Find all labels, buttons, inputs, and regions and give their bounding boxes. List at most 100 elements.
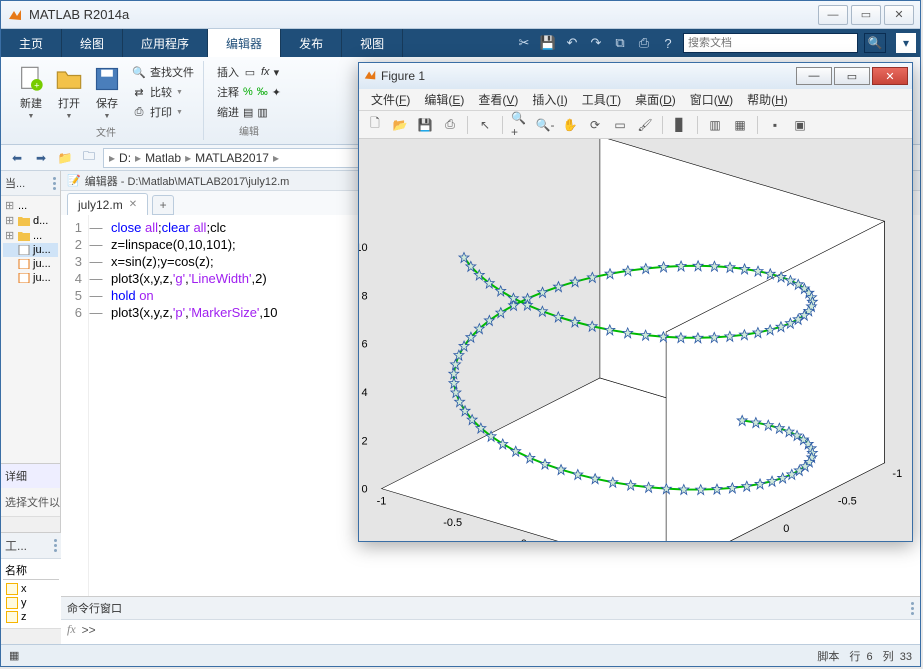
fig-dock-icon[interactable]: ▣: [790, 115, 810, 135]
search-docs-field[interactable]: [683, 33, 858, 53]
quick-cut-icon[interactable]: ✂: [515, 34, 533, 52]
line-gutter: 123456: [61, 215, 89, 596]
command-prompt[interactable]: >>: [82, 623, 96, 637]
figure-menu-桌面[interactable]: 桌面(D): [629, 89, 682, 110]
quick-redo-icon[interactable]: ↷: [587, 34, 605, 52]
fig-zoomout-icon[interactable]: 🔍-: [535, 115, 555, 135]
nav-history-button[interactable]: 🗀: [79, 149, 99, 167]
search-docs-button[interactable]: 🔍: [864, 33, 886, 53]
quick-save-icon[interactable]: 💾: [539, 34, 557, 52]
tab-add-button[interactable]: +: [152, 195, 174, 215]
select-file-hint: 选择文件以: [1, 488, 60, 516]
fx-icon[interactable]: fx: [67, 622, 76, 637]
folder-item[interactable]: ⊞...: [3, 198, 58, 213]
breakpoint-column[interactable]: ——————: [89, 215, 103, 596]
comment-button[interactable]: 注释 % ‰ ✦: [214, 83, 284, 101]
figure-menu-文件[interactable]: 文件(F): [365, 89, 416, 110]
nav-up-button[interactable]: 📁: [55, 149, 75, 167]
svg-text:-1: -1: [892, 468, 902, 480]
figure-menu-帮助[interactable]: 帮助(H): [741, 89, 794, 110]
figure-minimize-button[interactable]: —: [796, 67, 832, 85]
file-item[interactable]: ju...: [3, 257, 58, 271]
indent-button[interactable]: 缩进 ▤ ▥: [214, 103, 284, 121]
figure-menu-插入[interactable]: 插入(I): [526, 89, 573, 110]
quick-copy-icon[interactable]: ⧉: [611, 34, 629, 52]
fig-legend-icon[interactable]: ▥: [705, 115, 725, 135]
tab-view[interactable]: 视图: [342, 29, 403, 57]
fig-pan-icon[interactable]: ✋: [560, 115, 580, 135]
tab-apps[interactable]: 应用程序: [123, 29, 208, 57]
workspace-col-name[interactable]: 名称: [3, 561, 59, 580]
new-button[interactable]: + 新建▼: [15, 63, 47, 122]
fig-axes-icon[interactable]: ▦: [730, 115, 750, 135]
quick-help-icon[interactable]: ?: [659, 34, 677, 52]
fig-zoomin-icon[interactable]: 🔍+: [510, 115, 530, 135]
window-maximize-button[interactable]: ▭: [851, 5, 881, 25]
pane-menu-icon[interactable]: [911, 602, 914, 615]
tab-editor[interactable]: 编辑器: [208, 29, 281, 57]
fig-pointer-icon[interactable]: ↖: [475, 115, 495, 135]
save-button[interactable]: 保存▼: [91, 63, 123, 122]
fig-open-icon[interactable]: 📂: [390, 115, 410, 135]
workspace-var[interactable]: y: [5, 596, 57, 610]
figure-titlebar[interactable]: Figure 1 — ▭ ✕: [359, 63, 912, 89]
currentfolder-list[interactable]: ⊞... ⊞d... ⊞... ju... ju... ju...: [1, 196, 60, 463]
figure-menu-窗口[interactable]: 窗口(W): [684, 89, 739, 110]
figure-menu-查看[interactable]: 查看(V): [472, 89, 524, 110]
workspace-var[interactable]: z: [5, 610, 57, 624]
file-item[interactable]: ju...: [3, 243, 58, 257]
fig-print-icon[interactable]: ⎙: [440, 115, 460, 135]
editor-file-tab[interactable]: july12.m ✕: [67, 193, 148, 215]
nav-fwd-button[interactable]: ➡: [31, 149, 51, 167]
quick-print-icon[interactable]: ⎙: [635, 34, 653, 52]
figure-window[interactable]: Figure 1 — ▭ ✕ 文件(F)编辑(E)查看(V)插入(I)工具(T)…: [358, 62, 913, 542]
figure-menu-工具[interactable]: 工具(T): [576, 89, 627, 110]
fig-datatip-icon[interactable]: ▭: [610, 115, 630, 135]
tab-publish[interactable]: 发布: [281, 29, 342, 57]
fig-rotate-icon[interactable]: ⟳: [585, 115, 605, 135]
figure-close-button[interactable]: ✕: [872, 67, 908, 85]
file-item[interactable]: ju...: [3, 271, 58, 285]
figure-maximize-button[interactable]: ▭: [834, 67, 870, 85]
tab-plots[interactable]: 绘图: [62, 29, 123, 57]
findfiles-button[interactable]: 🔍查找文件: [129, 63, 197, 81]
folder-icon: [18, 216, 30, 226]
nav-back-button[interactable]: ⬅: [7, 149, 27, 167]
folder-item[interactable]: ⊞d...: [3, 213, 58, 228]
figure-menubar: 文件(F)编辑(E)查看(V)插入(I)工具(T)桌面(D)窗口(W)帮助(H): [359, 89, 912, 111]
new-file-icon: +: [17, 65, 45, 93]
search-docs-input[interactable]: [688, 37, 853, 49]
tab-home[interactable]: 主页: [1, 29, 62, 57]
pane-menu-icon[interactable]: [54, 539, 57, 552]
svg-text:4: 4: [361, 387, 367, 399]
pane-menu-icon[interactable]: [53, 177, 56, 190]
status-col: 33: [900, 651, 912, 663]
path-seg-drive[interactable]: D:: [116, 151, 134, 165]
insert-button[interactable]: 插入 ▭ fx ▾: [214, 63, 284, 81]
tab-close-icon[interactable]: ✕: [129, 199, 137, 210]
print-button[interactable]: ⎙打印▼: [129, 103, 197, 121]
figure-canvas[interactable]: 0246810-1-0.500.51-1-0.500.51: [359, 139, 912, 541]
fig-save-icon[interactable]: 💾: [415, 115, 435, 135]
open-button[interactable]: 打开▼: [53, 63, 85, 122]
window-minimize-button[interactable]: —: [818, 5, 848, 25]
scrollbar-h[interactable]: [1, 516, 60, 532]
figure-menu-编辑[interactable]: 编辑(E): [418, 89, 470, 110]
fig-new-icon[interactable]: 🗋: [365, 115, 385, 135]
quick-undo-icon[interactable]: ↶: [563, 34, 581, 52]
folder-item[interactable]: ⊞...: [3, 228, 58, 243]
fig-brush-icon[interactable]: 🖌: [635, 115, 655, 135]
path-seg-2[interactable]: MATLAB2017: [192, 151, 272, 165]
window-close-button[interactable]: ✕: [884, 5, 914, 25]
ribbon-collapse-button[interactable]: ▾: [896, 33, 916, 53]
svg-text:-1: -1: [377, 496, 387, 508]
fig-hide-icon[interactable]: ▪: [765, 115, 785, 135]
workspace-var[interactable]: x: [5, 582, 57, 596]
code-area[interactable]: close all;clear all;clcz=linspace(0,10,1…: [103, 215, 286, 596]
compare-button[interactable]: ⇄比较▼: [129, 83, 197, 101]
path-seg-1[interactable]: Matlab: [142, 151, 184, 165]
status-line: 6: [867, 651, 873, 663]
fig-colorbar-icon[interactable]: ▊: [670, 115, 690, 135]
section-icon: ▭: [243, 65, 257, 79]
scrollbar-h[interactable]: [1, 628, 61, 644]
